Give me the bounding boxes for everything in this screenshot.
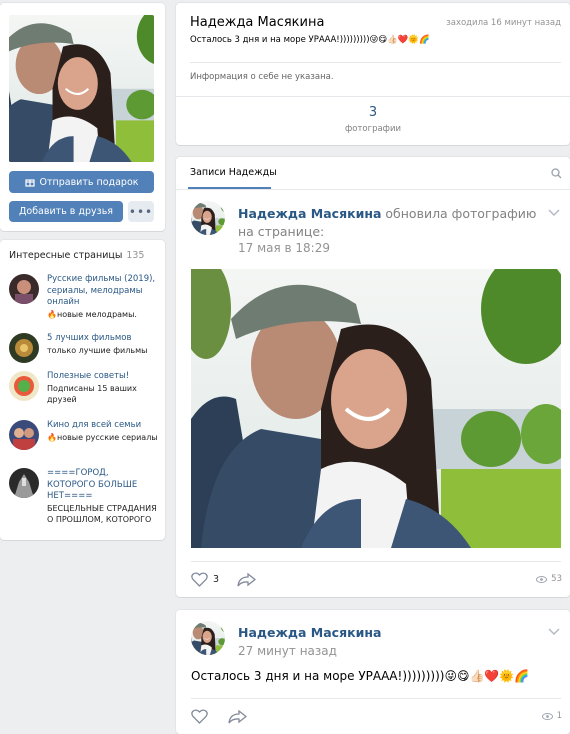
profile-avatar-card: Отправить подарок Добавить в друзья ••• bbox=[0, 3, 165, 231]
views-counter: 1 bbox=[541, 711, 562, 721]
profile-status-text[interactable]: Осталось 3 дня и на море УРААА!)))))))))… bbox=[190, 35, 430, 45]
post-author-name[interactable]: Надежда Масякина bbox=[238, 625, 381, 640]
wall-card: Записи Надежды Надежда Масякина обновила… bbox=[176, 157, 570, 597]
send-gift-button[interactable]: Отправить подарок bbox=[9, 171, 154, 193]
views-count: 53 bbox=[551, 574, 562, 584]
divider bbox=[191, 698, 561, 699]
profile-info-card: Надежда Масякина заходила 16 минут назад… bbox=[176, 3, 570, 145]
interesting-pages-label: Интересные страницы bbox=[9, 250, 123, 261]
page-name[interactable]: Полезные советы! bbox=[47, 371, 159, 383]
divider bbox=[176, 189, 570, 190]
eye-icon bbox=[541, 712, 553, 720]
like-count: 3 bbox=[213, 574, 220, 585]
chevron-down-icon[interactable] bbox=[548, 628, 560, 636]
photos-label[interactable]: фотографии bbox=[176, 124, 570, 134]
page-subtitle: только лучшие фильмы bbox=[47, 345, 148, 355]
send-gift-label: Отправить подарок bbox=[39, 176, 139, 188]
divider bbox=[176, 96, 570, 97]
page-avatar[interactable] bbox=[9, 333, 39, 363]
post-author-avatar[interactable] bbox=[191, 621, 225, 655]
divider bbox=[190, 62, 561, 63]
share-icon[interactable] bbox=[237, 573, 256, 587]
gift-icon bbox=[24, 179, 35, 187]
profile-avatar-photo[interactable] bbox=[9, 15, 154, 162]
chevron-down-icon[interactable] bbox=[548, 209, 560, 217]
wall-post: Надежда Масякина 27 минут назад Осталось… bbox=[176, 610, 570, 734]
page-name[interactable]: ====ГОРОД, КОТОРОГО БОЛЬШЕ НЕТ==== bbox=[47, 468, 159, 503]
post-photo[interactable] bbox=[191, 269, 561, 548]
views-count: 1 bbox=[556, 711, 562, 721]
divider bbox=[191, 561, 561, 562]
eye-icon bbox=[536, 575, 548, 583]
post-timestamp[interactable]: 27 минут назад bbox=[238, 644, 337, 658]
page-avatar[interactable] bbox=[9, 371, 39, 401]
interesting-pages-title[interactable]: Интересные страницы 135 bbox=[9, 250, 144, 261]
post-author-avatar[interactable] bbox=[191, 201, 225, 235]
page-avatar[interactable] bbox=[9, 468, 39, 498]
tab-wall-posts[interactable]: Записи Надежды bbox=[190, 167, 277, 178]
profile-name: Надежда Масякина bbox=[190, 15, 325, 30]
post-author-name[interactable]: Надежда Масякина bbox=[238, 206, 381, 221]
page-avatar[interactable] bbox=[9, 274, 39, 304]
page-name[interactable]: Русские фильмы (2019), сериалы, мелодрам… bbox=[47, 274, 159, 309]
page-subtitle: БЕСЦЕЛЬНЫЕ СТРАДАНИЯ О ПРОШЛОМ, КОТОРОГО bbox=[47, 503, 157, 525]
page-name[interactable]: Кино для всей семьи bbox=[47, 420, 158, 432]
interesting-pages-count: 135 bbox=[126, 250, 145, 261]
share-icon[interactable] bbox=[228, 710, 247, 724]
page-avatar[interactable] bbox=[9, 420, 39, 450]
search-icon[interactable] bbox=[551, 168, 562, 179]
post-text: Осталось 3 дня и на море УРААА!)))))))))… bbox=[191, 669, 530, 683]
add-friend-label: Добавить в друзья bbox=[18, 206, 114, 217]
last-seen-status: заходила 16 минут назад bbox=[446, 18, 561, 28]
views-counter: 53 bbox=[536, 574, 562, 584]
page-name[interactable]: 5 лучших фильмов bbox=[47, 333, 147, 345]
interesting-pages-card: Интересные страницы 135 Русские фильмы (2… bbox=[0, 240, 165, 540]
post-timestamp[interactable]: 17 мая в 18:29 bbox=[238, 241, 330, 255]
page-subtitle: 🔥новые русские сериалы bbox=[47, 432, 158, 442]
page-item[interactable]: Русские фильмы (2019), сериалы, мелодрам… bbox=[9, 274, 159, 320]
page-item[interactable]: ====ГОРОД, КОТОРОГО БОЛЬШЕ НЕТ==== БЕСЦЕЛ… bbox=[9, 468, 159, 526]
page-item[interactable]: 5 лучших фильмов только лучшие фильмы bbox=[9, 333, 159, 363]
post-header: Надежда Масякина обновила фотографию на … bbox=[238, 205, 548, 241]
more-dots-icon: ••• bbox=[128, 204, 154, 219]
more-actions-button[interactable]: ••• bbox=[128, 201, 154, 222]
like-button[interactable]: 3 bbox=[191, 572, 219, 587]
no-info-text: Информация о себе не указана. bbox=[190, 72, 334, 82]
heart-icon bbox=[191, 572, 208, 587]
add-friend-button[interactable]: Добавить в друзья bbox=[9, 201, 123, 222]
page-item[interactable]: Кино для всей семьи 🔥новые русские сериал… bbox=[9, 420, 159, 450]
page-subtitle: 🔥новые мелодрамы. bbox=[47, 309, 137, 319]
photos-count[interactable]: 3 bbox=[176, 105, 570, 120]
page-subtitle: Подписаны 15 ваших друзей bbox=[47, 383, 137, 405]
heart-icon[interactable] bbox=[191, 709, 208, 724]
page-item[interactable]: Полезные советы! Подписаны 15 ваших друзе… bbox=[9, 371, 159, 406]
